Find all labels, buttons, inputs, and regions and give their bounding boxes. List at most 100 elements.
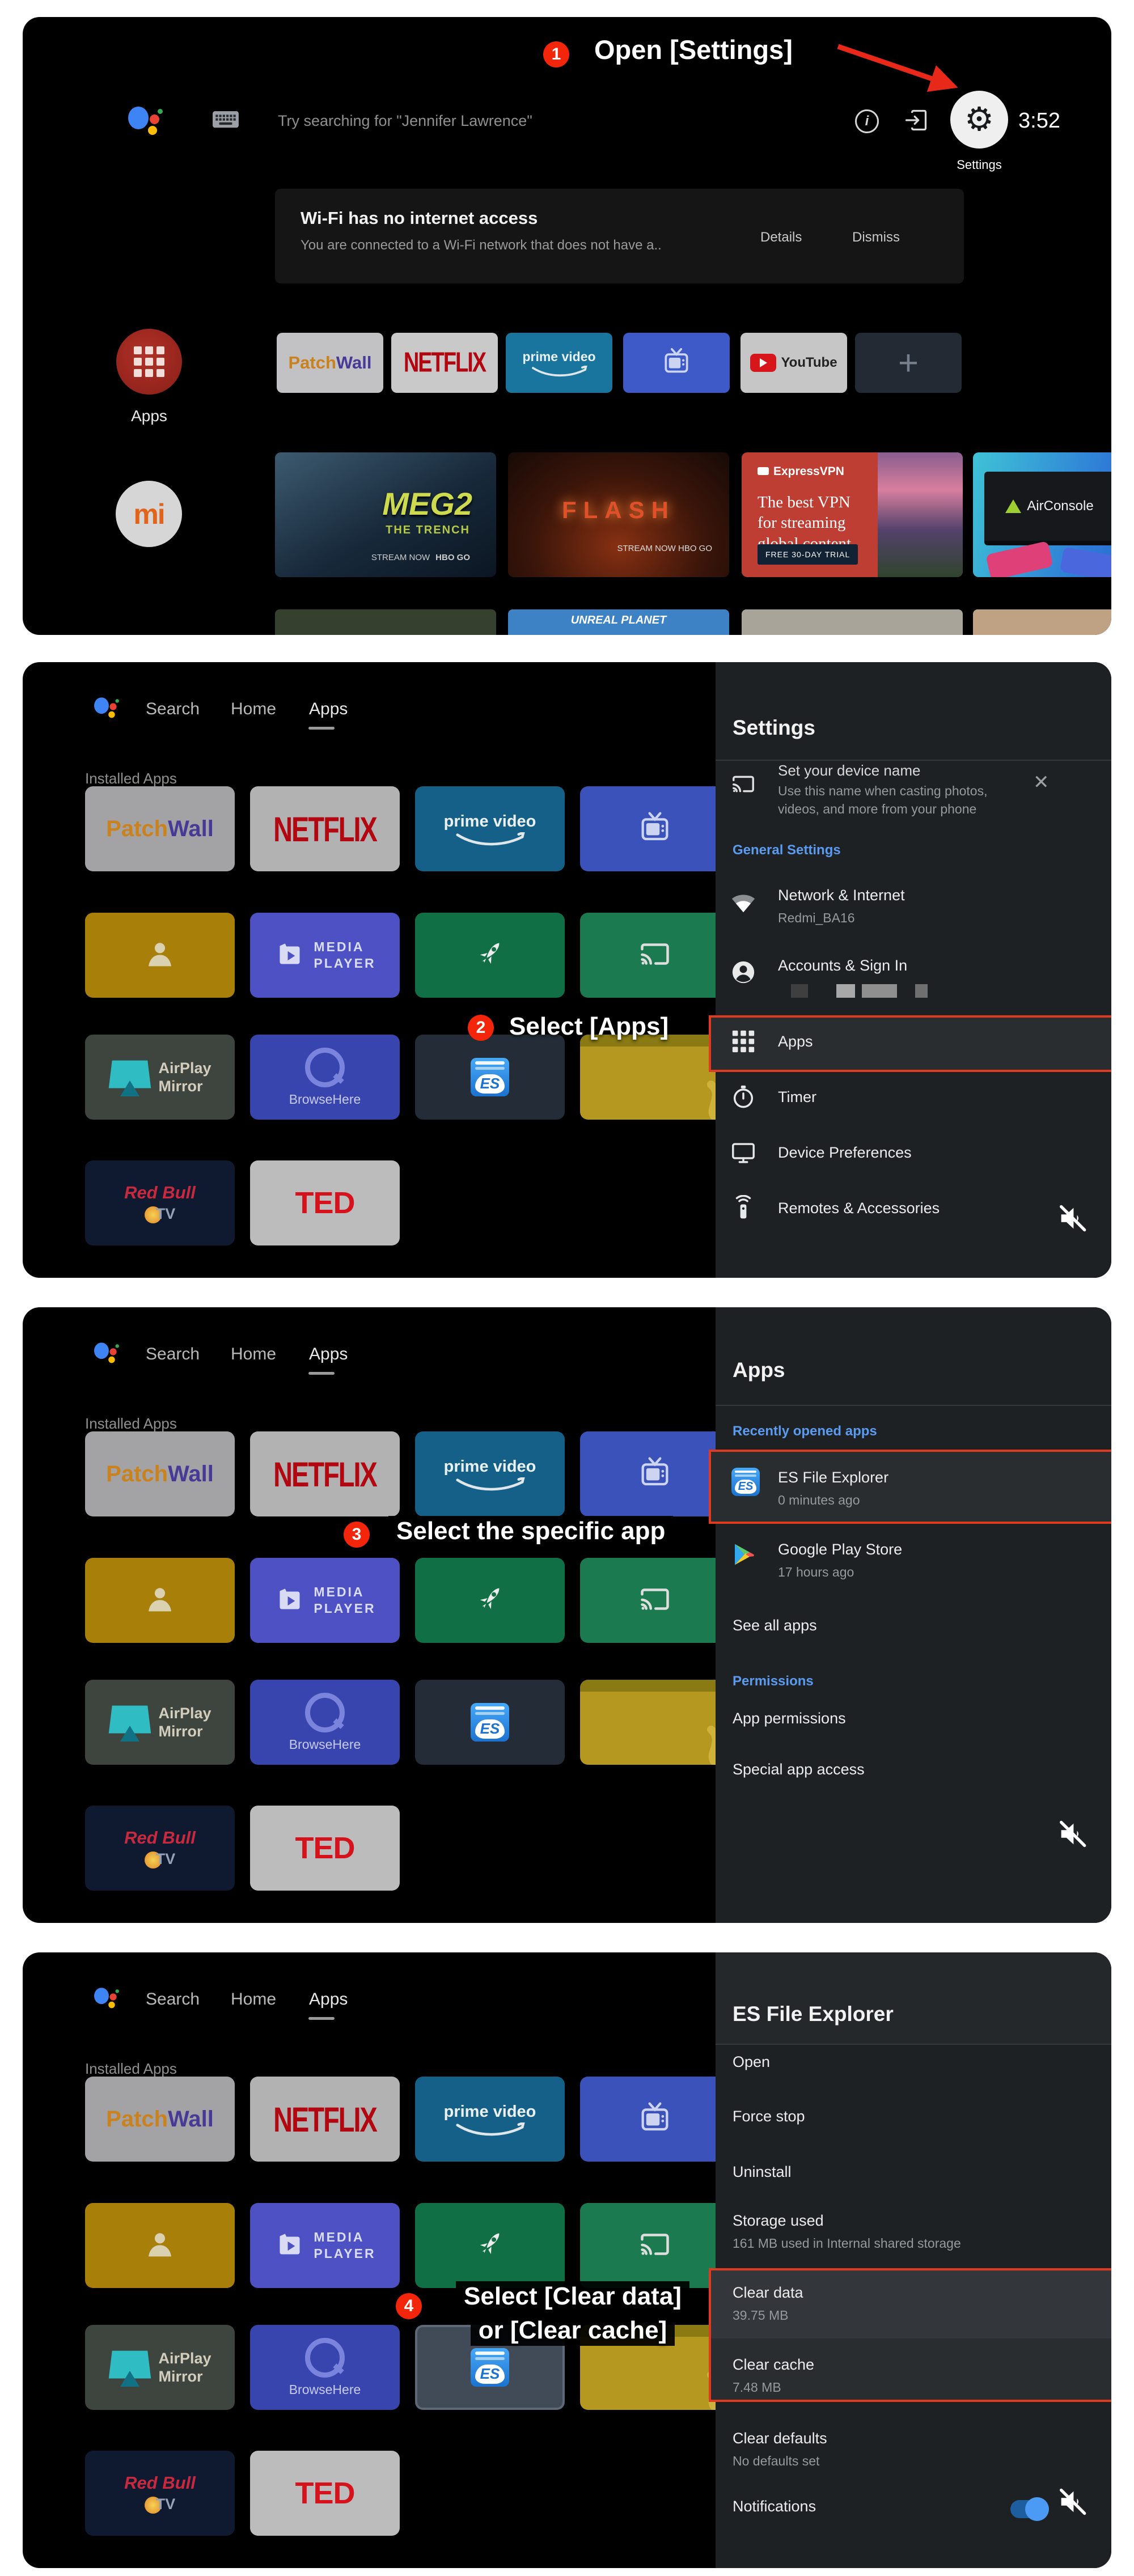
storage-used-item[interactable]: Storage used [733,2212,824,2230]
app-tile-netflix[interactable]: NETFLIX [250,2077,400,2162]
info-icon[interactable]: i [855,109,879,133]
rocket-icon [473,2227,507,2264]
app-tile-ted[interactable]: TED [250,2451,400,2536]
clear-data-row-bg [711,2270,1111,2338]
notifications-item[interactable]: Notifications [733,2498,816,2515]
sidebar-item-accounts[interactable]: Accounts & Sign In [778,957,907,975]
google-assistant-icon[interactable] [128,103,163,136]
app-tile-cast-app[interactable] [580,2203,730,2288]
app-tile-prime-video[interactable]: prime video [506,333,612,393]
poster-the-flash[interactable]: FLASH STREAM NOW HBO GO [508,452,729,577]
list-item-google-play-store[interactable]: Google Play Store [778,1541,902,1558]
app-tile-mi-tv[interactable] [580,2077,730,2162]
app-tile-rocket[interactable] [415,1558,565,1643]
app-tile-cast-app[interactable] [580,1558,730,1643]
app-tile-patchwall[interactable]: PatchWall [85,2077,235,2162]
plus-icon: + [898,343,919,383]
settings-button[interactable]: ⚙ [950,91,1008,149]
app-tile-patchwall[interactable]: PatchWall [277,333,383,393]
app-tile-ted[interactable]: TED [250,1160,400,1245]
details-button[interactable]: Details [755,226,807,249]
content-thumb[interactable] [275,609,496,635]
app-tile-mi-tv[interactable] [580,786,730,871]
input-source-icon[interactable] [904,108,929,133]
sidebar-item-device-preferences[interactable]: Device Preferences [778,1144,912,1162]
app-tile-rocket[interactable] [415,913,565,998]
add-app-tile[interactable]: + [855,333,962,393]
search-input[interactable]: Try searching for "Jennifer Lawrence" [278,112,532,130]
special-app-access-button[interactable]: Special app access [733,1761,865,1778]
sidebar-item-network[interactable]: Network & Internet [778,887,905,904]
device-name-card-line2: videos, and more from your phone [778,802,976,817]
app-tile-mi-tv[interactable] [623,333,730,393]
see-all-apps-button[interactable]: See all apps [733,1617,817,1634]
app-tile-prime-video[interactable]: prime video [415,1431,565,1516]
free-trial-button[interactable]: FREE 30-DAY TRIAL [758,544,858,565]
app-tile-netflix[interactable]: NETFLIX [391,333,498,393]
app-tile-es-file-explorer[interactable]: ES [415,1680,565,1765]
app-tile-gallery[interactable] [85,1558,235,1643]
app-tile-browsehere[interactable]: BrowseHere [250,2325,400,2410]
poster-meg2[interactable]: MEG2 THE TRENCH STREAM NOWHBO GO [275,452,496,577]
app-tile-netflix[interactable]: NETFLIX [250,1431,400,1516]
app-tile-media-player[interactable]: MEDIAPLAYER [250,913,400,998]
app-tile-browsehere[interactable]: BrowseHere [250,1035,400,1120]
app-tile-media-player[interactable]: MEDIAPLAYER [250,2203,400,2288]
list-item-es-file-explorer[interactable]: ES File Explorer [778,1469,888,1486]
ted-logo: TED [295,2476,355,2511]
device-name-card-title[interactable]: Set your device name [778,762,920,779]
app-tile-red-bull-tv[interactable]: Red BullTV [85,1806,235,1891]
content-thumb[interactable] [973,609,1111,635]
app-tile-prime-video[interactable]: prime video [415,2077,565,2162]
app-tile-airplay-mirror[interactable]: AirPlayMirror [85,2325,235,2410]
app-tile-gallery[interactable] [85,913,235,998]
folder-play-icon [274,938,306,973]
clear-defaults-button[interactable]: Clear defaults [733,2430,827,2447]
app-tile-patchwall[interactable]: PatchWall [85,786,235,871]
app-tile-youtube[interactable]: YouTube [741,333,847,393]
force-stop-button[interactable]: Force stop [733,2108,805,2125]
app-tile-red-bull-tv[interactable]: Red BullTV [85,1160,235,1245]
poster-airconsole[interactable]: AirConsole [973,452,1111,577]
content-thumb[interactable]: UNREAL PLANET [508,609,729,635]
app-tile-media-player[interactable]: MEDIAPLAYER [250,1558,400,1643]
gear-icon: ⚙ [964,103,994,136]
app-tile-yellow-app[interactable] [580,1035,730,1120]
app-tile-prime-video[interactable]: prime video [415,786,565,871]
clock: 3:52 [1018,109,1060,133]
app-tile-red-bull-tv[interactable]: Red BullTV [85,2451,235,2536]
clear-cache-button[interactable]: Clear cache [733,2356,814,2374]
open-button[interactable]: Open [733,2053,770,2071]
poster-expressvpn[interactable]: ExpressVPN The best VPN for streaming gl… [742,452,963,577]
sidebar-title: Apps [733,1358,785,1382]
dismiss-button[interactable]: Dismiss [847,226,905,249]
mi-logo[interactable]: mi [116,481,182,547]
browsehere-logo [305,1693,345,1732]
app-tile-mi-tv[interactable] [580,1431,730,1516]
app-tile-ted[interactable]: TED [250,1806,400,1891]
app-tile-rocket[interactable] [415,2203,565,2288]
clear-data-button[interactable]: Clear data [733,2284,803,2302]
folder-play-icon [274,1583,306,1618]
app-tile-es-file-explorer[interactable]: ES [415,1035,565,1120]
app-tile-browsehere[interactable]: BrowseHere [250,1680,400,1765]
app-tile-patchwall[interactable]: PatchWall [85,1431,235,1516]
app-tile-netflix[interactable]: NETFLIX [250,786,400,871]
game-controller-blue [1060,547,1111,577]
sidebar-item-apps[interactable]: Apps [778,1033,813,1050]
app-tile-yellow-app[interactable] [580,1680,730,1765]
app-permissions-button[interactable]: App permissions [733,1710,846,1727]
content-thumb[interactable] [742,609,963,635]
app-tile-airplay-mirror[interactable]: AirPlayMirror [85,1035,235,1120]
sidebar-item-timer[interactable]: Timer [778,1088,816,1106]
close-icon[interactable]: ✕ [1033,771,1050,794]
app-tile-gallery[interactable] [85,2203,235,2288]
uninstall-button[interactable]: Uninstall [733,2163,792,2181]
app-tile-cast-app[interactable] [580,913,730,998]
mute-icon [1056,2485,1089,2518]
app-tile-airplay-mirror[interactable]: AirPlayMirror [85,1680,235,1765]
apps-launcher-button[interactable] [116,329,182,395]
notifications-toggle[interactable] [1010,2500,1047,2518]
keyboard-icon[interactable] [212,110,239,129]
sidebar-item-remotes[interactable]: Remotes & Accessories [778,1200,940,1217]
